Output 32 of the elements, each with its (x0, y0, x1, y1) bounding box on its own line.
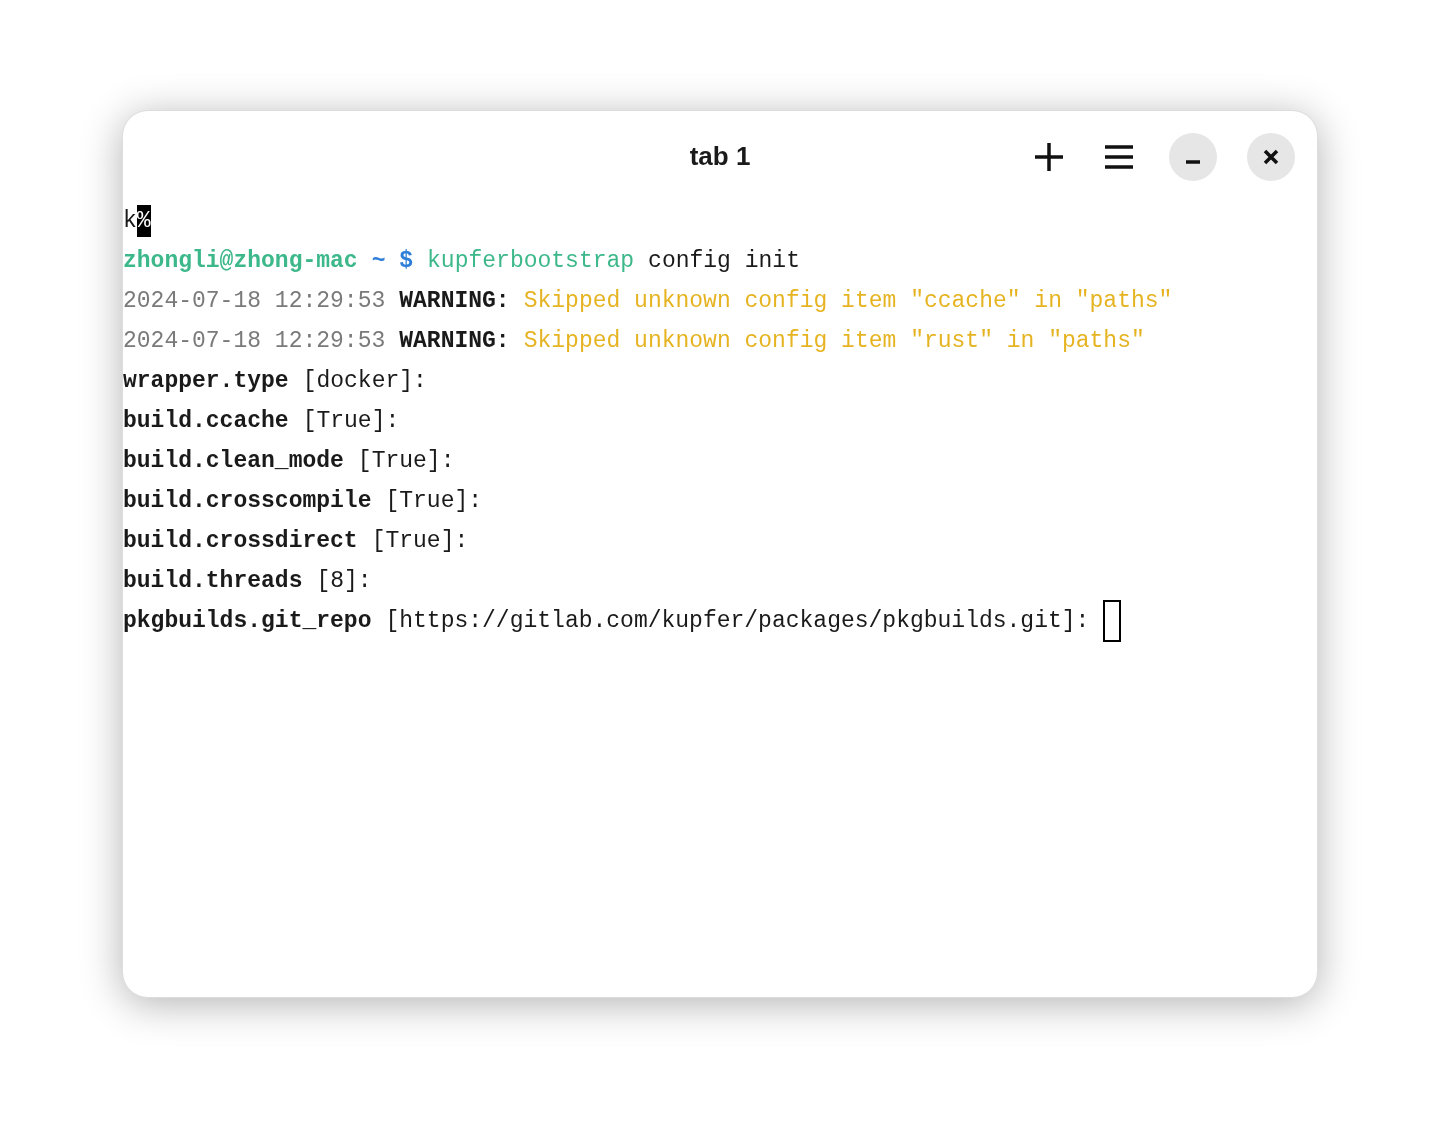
terminal-label: build.ccache (123, 407, 289, 436)
close-button[interactable] (1247, 133, 1295, 181)
minimize-button[interactable] (1169, 133, 1217, 181)
window-title: tab 1 (689, 139, 751, 173)
close-icon (1263, 149, 1279, 165)
warning-message: Skipped unknown config item "rust" in "paths" (523, 327, 1145, 356)
terminal-text: [docker]: (302, 367, 427, 396)
prompt-symbol: ~ $ (371, 247, 414, 276)
menu-icon (1104, 144, 1134, 170)
terminal-text: [https://gitlab.com/kupfer/packages/pkgbuilds.git]: (385, 607, 1090, 636)
terminal-label: pkgbuilds.git_repo (123, 607, 372, 636)
terminal-text: [True]: (357, 447, 455, 476)
terminal-label: build.crossdirect (123, 527, 358, 556)
terminal-text: [True]: (385, 487, 483, 516)
terminal-label: WARNING: (399, 327, 510, 356)
terminal-label: build.clean_mode (123, 447, 344, 476)
plus-icon (1034, 142, 1064, 172)
command-name: kupferbootstrap (427, 247, 635, 276)
terminal-label: wrapper.type (123, 367, 289, 396)
timestamp: 2024-07-18 12:29:53 (123, 287, 386, 316)
prompt-user: zhongli@zhong-mac (123, 247, 358, 276)
terminal-label: build.crosscompile (123, 487, 372, 516)
warning-message: Skipped unknown config item "ccache" in "paths" (523, 287, 1173, 316)
terminal-label: build.threads (123, 567, 303, 596)
terminal-label: WARNING: (399, 287, 510, 316)
terminal-text: [8]: (316, 567, 372, 596)
terminal-text: k (123, 207, 137, 236)
terminal-text: [True]: (371, 527, 469, 556)
minimize-icon (1185, 160, 1201, 164)
terminal-text: config init (648, 247, 800, 276)
timestamp: 2024-07-18 12:29:53 (123, 327, 386, 356)
terminal-text: [True]: (302, 407, 400, 436)
